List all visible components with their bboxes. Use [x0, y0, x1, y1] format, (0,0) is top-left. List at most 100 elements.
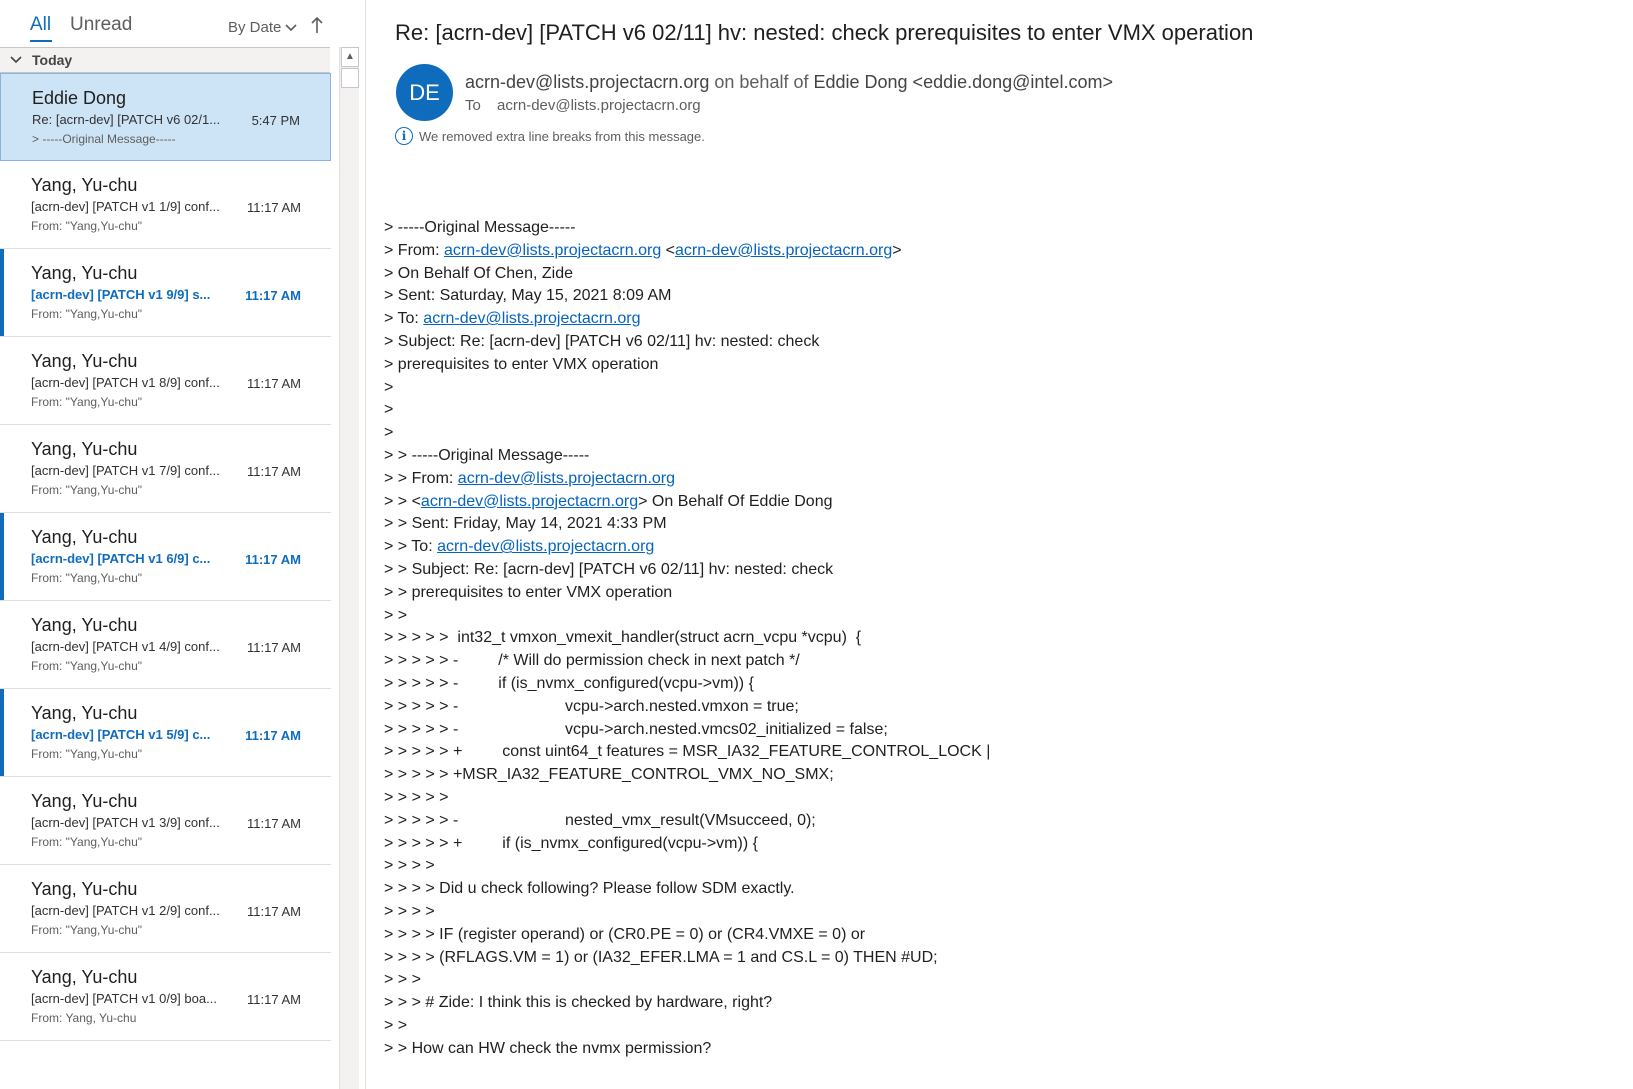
list-item[interactable]: Yang, Yu-chu [acrn-dev] [PATCH v1 6/9] c.…: [0, 513, 331, 601]
body-line: > > > > IF (register operand) or (CR0.PE…: [384, 924, 1614, 947]
from-address[interactable]: acrn-dev@lists.projectacrn.org: [465, 72, 709, 92]
body-text: > > From:: [384, 469, 458, 487]
message-list: Eddie Dong Re: [acrn-dev] [PATCH v6 02/1.…: [0, 73, 331, 1089]
reading-pane: Re: [acrn-dev] [PATCH v6 02/11] hv: nest…: [367, 0, 1633, 1089]
body-line: > >: [384, 1015, 1614, 1038]
time-text: 11:17 AM: [247, 992, 301, 1007]
preview-text: From: "Yang,Yu-chu": [31, 923, 143, 937]
avatar[interactable]: DE: [396, 64, 453, 121]
body-text: > > > > > - if (is_nvmx_configured(vcpu-…: [384, 674, 754, 692]
body-text: > > To:: [384, 538, 438, 556]
list-item[interactable]: Yang, Yu-chu [acrn-dev] [PATCH v1 4/9] co…: [0, 601, 331, 689]
body-line: > > > > > +MSR_IA32_FEATURE_CONTROL_VMX_…: [384, 764, 1614, 787]
body-line: > > Sent: Friday, May 14, 2021 4:33 PM: [384, 513, 1614, 536]
time-text: 11:17 AM: [247, 464, 301, 479]
mail-subject: Re: [acrn-dev] [PATCH v6 02/11] hv: nest…: [395, 20, 1254, 45]
time-text: 11:17 AM: [247, 816, 301, 831]
email-link[interactable]: acrn-dev@lists.projectacrn.org: [423, 310, 640, 327]
body-line: > > >: [384, 969, 1614, 992]
body-text: > > > > IF (register operand) or (CR0.PE…: [384, 925, 866, 943]
body-text: >: [892, 241, 902, 259]
body-line: > > To: acrn-dev@lists.projectacrn.org: [384, 536, 1614, 559]
email-link[interactable]: acrn-dev@lists.projectacrn.org: [675, 242, 892, 259]
body-text: > On Behalf Of Eddie Dong: [638, 492, 833, 510]
subject-text: Re: [acrn-dev] [PATCH v6 02/1...: [32, 112, 221, 127]
preview-text: From: "Yang,Yu-chu": [31, 835, 143, 849]
body-line: > > How can HW check the nvmx permission…: [384, 1038, 1614, 1061]
preview-text: From: "Yang,Yu-chu": [31, 659, 143, 673]
sender-name: Yang, Yu-chu: [31, 791, 138, 811]
filter-bar: All Unread By Date: [0, 0, 340, 46]
body-line: > > prerequisites to enter VMX operation: [384, 582, 1614, 605]
list-item[interactable]: Yang, Yu-chu [acrn-dev] [PATCH v1 7/9] co…: [0, 425, 331, 513]
chevron-down-icon: [285, 19, 297, 36]
email-link[interactable]: acrn-dev@lists.projectacrn.org: [437, 538, 654, 555]
subject-text: [acrn-dev] [PATCH v1 9/9] s...: [31, 287, 211, 302]
body-text: > Subject: Re: [acrn-dev] [PATCH v6 02/1…: [384, 332, 820, 350]
body-line: > -----Original Message-----: [384, 217, 1614, 240]
body-line: >: [384, 377, 1614, 400]
body-text: > >: [384, 1016, 408, 1034]
body-text: > > > > > + if (is_nvmx_configured(vcpu-…: [384, 834, 758, 852]
arrow-up-icon[interactable]: [311, 16, 323, 39]
body-line: > > > > > - if (is_nvmx_configured(vcpu-…: [384, 673, 1614, 696]
group-header-today[interactable]: Today: [0, 47, 330, 73]
list-item[interactable]: Yang, Yu-chu [acrn-dev] [PATCH v1 1/9] co…: [0, 161, 331, 249]
body-line: > > > > > + const uint64_t features = MS…: [384, 741, 1614, 764]
list-item[interactable]: Yang, Yu-chu [acrn-dev] [PATCH v1 2/9] co…: [0, 865, 331, 953]
body-text: > On Behalf Of Chen, Zide: [384, 264, 573, 282]
body-text: > > > # Zide: I think this is checked by…: [384, 994, 773, 1012]
sender-name[interactable]: Eddie Dong <eddie.dong@intel.com>: [813, 72, 1112, 92]
body-line: > > > > > - vcpu->arch.nested.vmcs02_ini…: [384, 719, 1614, 742]
body-text: > Sent: Saturday, May 15, 2021 8:09 AM: [384, 287, 672, 305]
to-address[interactable]: acrn-dev@lists.projectacrn.org: [497, 97, 701, 114]
tab-unread[interactable]: Unread: [70, 14, 132, 36]
body-text: > > > > > int32_t vmxon_vmexit_handler(s…: [384, 629, 862, 647]
tab-all[interactable]: All: [30, 14, 51, 36]
list-item[interactable]: Yang, Yu-chu [acrn-dev] [PATCH v1 9/9] s.…: [0, 249, 331, 337]
sort-by-dropdown[interactable]: By Date: [228, 19, 297, 36]
list-item[interactable]: Yang, Yu-chu [acrn-dev] [PATCH v1 0/9] bo…: [0, 953, 331, 1041]
message-list-pane: All Unread By Date Today Eddie Dong Re: […: [0, 0, 366, 1089]
time-text: 11:17 AM: [247, 376, 301, 391]
scrollbar-thumb[interactable]: [341, 68, 359, 88]
body-text: > To:: [384, 310, 424, 328]
preview-text: From: "Yang,Yu-chu": [31, 571, 143, 585]
body-line: > Sent: Saturday, May 15, 2021 8:09 AM: [384, 285, 1614, 308]
body-text: >: [384, 378, 394, 396]
body-text: > > > > > - vcpu->arch.nested.vmxon = tr…: [384, 697, 799, 715]
email-link[interactable]: acrn-dev@lists.projectacrn.org: [421, 493, 638, 510]
body-line: > > > > > int32_t vmxon_vmexit_handler(s…: [384, 627, 1614, 650]
list-item[interactable]: Eddie Dong Re: [acrn-dev] [PATCH v6 02/1.…: [0, 73, 331, 161]
sender-name: Yang, Yu-chu: [31, 967, 138, 987]
list-item[interactable]: Yang, Yu-chu [acrn-dev] [PATCH v1 3/9] co…: [0, 777, 331, 865]
list-item[interactable]: Yang, Yu-chu [acrn-dev] [PATCH v1 5/9] c.…: [0, 689, 331, 777]
body-text: > >: [384, 606, 408, 624]
on-behalf-text: on behalf of: [714, 72, 809, 92]
preview-text: From: "Yang,Yu-chu": [31, 395, 143, 409]
body-line: > > > > > - nested_vmx_result(VMsucceed,…: [384, 810, 1614, 833]
sender-name: Yang, Yu-chu: [31, 439, 138, 459]
to-line: To acrn-dev@lists.projectacrn.org: [465, 97, 701, 114]
body-text: > > >: [384, 971, 421, 989]
sender-name: Yang, Yu-chu: [31, 175, 138, 195]
body-text: > > > >: [384, 902, 435, 920]
time-text: 11:17 AM: [245, 552, 301, 567]
list-item[interactable]: Yang, Yu-chu [acrn-dev] [PATCH v1 8/9] co…: [0, 337, 331, 425]
avatar-initials: DE: [409, 79, 440, 105]
body-line: > > <acrn-dev@lists.projectacrn.org> On …: [384, 491, 1614, 514]
email-link[interactable]: acrn-dev@lists.projectacrn.org: [458, 470, 675, 487]
body-line: > To: acrn-dev@lists.projectacrn.org: [384, 308, 1614, 331]
list-scrollbar[interactable]: ▲: [339, 47, 359, 1089]
body-text: > > > > > +MSR_IA32_FEATURE_CONTROL_VMX_…: [384, 766, 834, 784]
body-text: > > > > > + const uint64_t features = MS…: [384, 743, 991, 761]
scroll-up-icon[interactable]: ▲: [341, 47, 359, 67]
body-text: > -----Original Message-----: [384, 219, 576, 236]
chevron-down-icon: [10, 53, 26, 67]
body-text: > > > > > - /* Will do permission check …: [384, 652, 800, 670]
email-link[interactable]: acrn-dev@lists.projectacrn.org: [444, 242, 661, 259]
body-text: > prerequisites to enter VMX operation: [384, 355, 659, 373]
sort-by-label: By Date: [228, 19, 282, 36]
active-tab-indicator: [30, 40, 52, 42]
body-text: > > prerequisites to enter VMX operation: [384, 583, 673, 601]
